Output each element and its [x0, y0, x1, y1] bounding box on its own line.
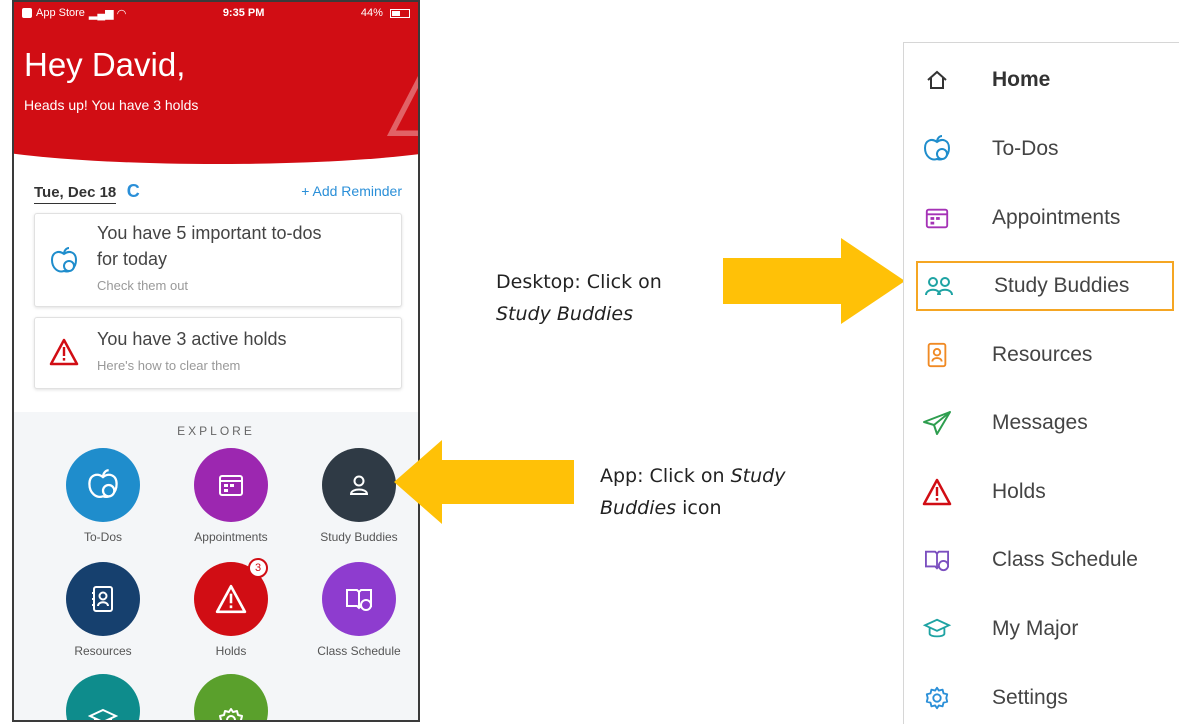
tile-label: Holds: [215, 644, 247, 658]
greeting-title: Hey David,: [24, 46, 186, 83]
clock: 9:35 PM: [222, 7, 265, 19]
signal-icon: ▂▄▆ ◠: [88, 7, 127, 20]
gear-icon: [925, 686, 949, 710]
desktop-instruction-line2: Study Buddies: [496, 303, 633, 325]
sidebar-item-my-major[interactable]: My Major: [916, 604, 1168, 654]
todos-card-title-line2: for today: [97, 249, 168, 269]
tile-settings[interactable]: [176, 674, 286, 720]
my-major-circle: [66, 674, 140, 720]
sidebar-item-label: Resources: [992, 343, 1093, 366]
tile-label: Resources: [74, 644, 132, 658]
warning-icon: [922, 478, 952, 506]
date-row: Tue, Dec 18 C + Add Reminder: [34, 178, 402, 204]
tile-resources[interactable]: Resources: [48, 562, 158, 658]
sidebar-item-class-schedule[interactable]: Class Schedule: [916, 535, 1168, 585]
carrier-label: App Store: [36, 7, 85, 19]
person-icon: [349, 475, 369, 495]
desktop-sidebar-nav: Home To-Dos Appointments Study Buddies R…: [903, 42, 1179, 724]
tile-label: To-Dos: [83, 530, 122, 544]
sidebar-item-resources[interactable]: Resources: [916, 330, 1168, 380]
sidebar-item-messages[interactable]: Messages: [916, 398, 1168, 448]
desktop-arrow: [723, 238, 905, 324]
apple-icon: [88, 469, 118, 498]
tile-todos[interactable]: To-Dos: [48, 448, 158, 544]
battery-icon: [390, 8, 410, 18]
holds-circle: 3: [194, 558, 268, 636]
apple-icon: [50, 247, 78, 273]
sidebar-item-appointments[interactable]: Appointments: [916, 193, 1168, 243]
gear-icon: [219, 708, 243, 720]
resources-circle: [66, 562, 140, 636]
sidebar-item-label: Class Schedule: [992, 548, 1138, 571]
app-instruction-italic2: Buddies: [600, 497, 677, 519]
todos-card-title-line1: You have 5 important to-dos: [97, 223, 322, 243]
todos-card-subtitle: Check them out: [97, 278, 189, 293]
study-buddies-circle: [322, 448, 396, 522]
sidebar-item-label: To-Dos: [992, 137, 1059, 160]
home-icon: [927, 70, 947, 89]
sidebar-item-todos[interactable]: To-Dos: [916, 124, 1168, 174]
address-book-icon: [927, 342, 947, 368]
desktop-instruction: Desktop: Click on Study Buddies: [496, 266, 662, 330]
graduation-cap-icon: [922, 618, 952, 638]
tile-label: Appointments: [194, 530, 268, 544]
holds-card[interactable]: You have 3 active holds Here's how to cl…: [34, 317, 402, 389]
holds-subtitle: Heads up! You have 3 holds: [24, 97, 199, 113]
tile-label: Study Buddies: [320, 530, 398, 544]
sidebar-item-home[interactable]: Home: [916, 55, 1168, 105]
explore-section: EXPLORE To-Dos Appointments Study Buddie…: [14, 412, 418, 720]
book-icon: [925, 550, 949, 572]
battery-percent: 44%: [360, 7, 383, 19]
holds-card-title: You have 3 active holds: [97, 329, 287, 349]
tile-class-schedule[interactable]: Class Schedule: [304, 562, 414, 658]
warning-icon: [215, 584, 247, 614]
status-bar: App Store ▂▄▆ ◠ 9:35 PM 44%: [14, 2, 418, 24]
tile-holds[interactable]: 3 Holds: [176, 558, 286, 658]
graduation-cap-icon: [88, 708, 118, 720]
sidebar-item-label: Settings: [992, 686, 1068, 709]
class-schedule-circle: [322, 562, 396, 636]
todos-circle: [66, 448, 140, 522]
people-icon: [925, 277, 953, 296]
date-label: Tue, Dec 18: [34, 183, 117, 204]
mobile-app-screen: App Store ▂▄▆ ◠ 9:35 PM 44% Hey David, H…: [12, 0, 420, 722]
calendar-icon: [925, 208, 949, 229]
sidebar-item-label: My Major: [992, 617, 1079, 640]
paper-plane-icon: [923, 411, 951, 435]
book-icon: [346, 589, 372, 611]
calendar-icon: [219, 475, 243, 496]
app-instruction: App: Click on Study Buddies icon: [600, 460, 785, 524]
sidebar-item-settings[interactable]: Settings: [916, 673, 1168, 723]
sidebar-item-label: Messages: [992, 411, 1088, 434]
tile-appointments[interactable]: Appointments: [176, 448, 286, 544]
sidebar-item-label: Study Buddies: [994, 274, 1130, 297]
tile-my-major[interactable]: [48, 674, 158, 720]
settings-circle: [194, 674, 268, 720]
holds-card-subtitle: Here's how to clear them: [97, 358, 241, 373]
explore-heading: EXPLORE: [177, 424, 255, 438]
tile-label: Class Schedule: [317, 644, 401, 658]
sidebar-item-label: Home: [992, 68, 1051, 91]
appointments-circle: [194, 448, 268, 522]
warning-watermark-icon: [386, 75, 418, 136]
app-instruction-italic1: Study: [730, 465, 786, 487]
app-arrow: [394, 440, 574, 524]
apple-icon: [923, 135, 951, 161]
todos-card[interactable]: You have 5 important to-dos for today Ch…: [34, 213, 402, 307]
sidebar-item-study-buddies[interactable]: Study Buddies: [916, 261, 1174, 311]
sidebar-item-label: Appointments: [992, 206, 1121, 229]
add-reminder-link[interactable]: + Add Reminder: [301, 183, 402, 199]
refresh-icon[interactable]: C: [127, 181, 140, 201]
warning-icon: [49, 338, 79, 366]
holds-count-badge: 3: [248, 558, 268, 578]
app-store-icon: [22, 8, 32, 18]
desktop-instruction-line1: Desktop: Click on: [496, 271, 662, 293]
app-instruction-suffix: icon: [676, 497, 722, 519]
address-book-icon: [92, 586, 113, 612]
sidebar-item-holds[interactable]: Holds: [916, 467, 1168, 517]
app-instruction-prefix: App: Click on: [600, 465, 731, 487]
sidebar-item-label: Holds: [992, 480, 1046, 503]
